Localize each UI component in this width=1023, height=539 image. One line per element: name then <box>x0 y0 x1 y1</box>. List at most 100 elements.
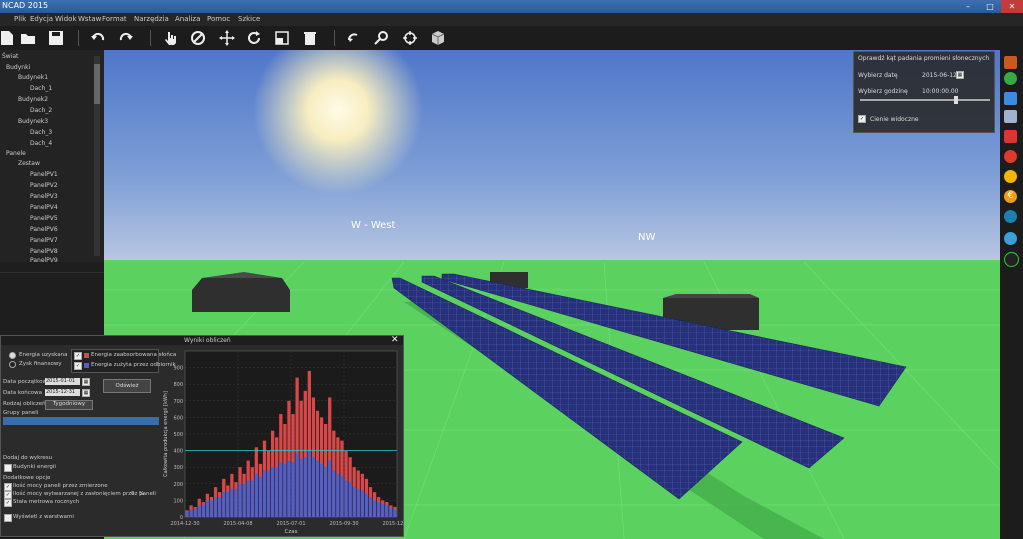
window-icon[interactable] <box>274 30 290 46</box>
bar-used <box>311 457 316 517</box>
window-title: NCAD 2015 <box>2 1 49 10</box>
radio-profit[interactable] <box>9 361 16 368</box>
opt3-value[interactable]: 0 <box>131 491 135 497</box>
tree-item[interactable]: PanelPV4 <box>30 204 58 211</box>
monitor-icon[interactable] <box>1004 92 1017 105</box>
target-icon[interactable] <box>402 30 418 46</box>
start-date-field[interactable]: 2015-01-01 <box>45 378 80 385</box>
toolbar-separator <box>334 30 335 46</box>
bar-used <box>250 480 254 517</box>
opt5-label: Wyświetl z warstwami <box>13 514 74 520</box>
energy-chart-svg: 01002003004005006007008009002014-12-30 20… <box>163 350 403 535</box>
time-slider-track[interactable] <box>860 99 990 101</box>
tree-item[interactable]: PanelPV6 <box>30 226 58 233</box>
time-slider-knob[interactable] <box>954 96 958 104</box>
euro-icon[interactable]: € <box>1004 190 1017 203</box>
stack-icon[interactable] <box>1004 110 1017 123</box>
menu-format[interactable]: Format <box>102 15 127 23</box>
calc-type-select[interactable]: Tygodniowy <box>45 400 93 410</box>
tree-scrollbar-thumb[interactable] <box>94 64 100 104</box>
tree-node-set[interactable]: Zestaw <box>18 160 40 167</box>
trend-line-icon[interactable] <box>1004 252 1019 267</box>
dialog-close-button[interactable]: ✕ <box>391 335 399 345</box>
time-value[interactable]: 10:00:00.00 <box>922 88 959 95</box>
sun-panel-title: Oprawdź kąt padania promieni słonecznych <box>858 55 990 62</box>
menu-analysis[interactable]: Analiza <box>175 15 200 23</box>
menu-insert[interactable]: Wstaw <box>78 15 101 23</box>
block-icon[interactable] <box>190 30 206 46</box>
menu-tools[interactable]: Narzędzia <box>134 15 169 23</box>
opt4-checkbox[interactable]: ✓ <box>4 499 12 507</box>
bar-used <box>332 470 336 517</box>
tree-item[interactable]: Budynek3 <box>18 118 48 125</box>
bar-used <box>291 462 295 517</box>
menu-file[interactable]: Plik <box>14 15 26 23</box>
main-toolbar <box>0 26 1023 51</box>
opt3-checkbox[interactable]: ✓ <box>4 491 12 499</box>
y-tick-label: 700 <box>173 399 183 405</box>
book-icon[interactable] <box>1004 56 1017 69</box>
bar-used <box>279 462 283 517</box>
maximize-button[interactable]: □ <box>979 0 1001 13</box>
trash-icon[interactable] <box>302 30 318 46</box>
open-folder-icon[interactable] <box>20 30 36 46</box>
tree-item[interactable]: PanelPV1 <box>30 171 58 178</box>
pan-icon[interactable] <box>346 30 362 46</box>
opt2-checkbox[interactable]: ✓ <box>4 483 12 491</box>
start-calendar-icon[interactable]: ▦ <box>82 378 90 386</box>
x-tick-label: 2015-09-30 <box>329 521 358 527</box>
menu-view[interactable]: Widok <box>55 15 77 23</box>
tree-item[interactable]: Dach_4 <box>30 140 52 147</box>
tree-item[interactable]: Budynek2 <box>18 96 48 103</box>
end-date-label: Data końcowa <box>3 390 42 396</box>
legend-used-checkbox[interactable]: ✓ <box>74 362 82 370</box>
tree-item[interactable]: PanelPV7 <box>30 237 58 244</box>
no-sign-icon[interactable] <box>1004 150 1017 163</box>
bar-used <box>364 493 369 517</box>
tree-item[interactable]: PanelPV5 <box>30 215 58 222</box>
new-file-icon[interactable] <box>0 30 16 46</box>
calendar-icon[interactable]: ▦ <box>956 71 964 79</box>
tree-item[interactable]: Dach_1 <box>30 85 52 92</box>
tree-item[interactable]: Dach_2 <box>30 107 52 114</box>
bar-used <box>307 450 311 517</box>
opt1-checkbox[interactable] <box>4 464 12 472</box>
green-orb-icon[interactable] <box>1004 72 1017 85</box>
hand-pointer-icon[interactable] <box>162 30 178 46</box>
cube-icon[interactable] <box>430 30 446 46</box>
rotate-icon[interactable] <box>246 30 262 46</box>
bar-used <box>303 457 307 517</box>
menu-sketches[interactable]: Szkice <box>238 15 260 23</box>
menu-edit[interactable]: Edycja <box>30 15 53 23</box>
end-calendar-icon[interactable]: ▦ <box>82 389 90 397</box>
tree-node-buildings[interactable]: Budynki <box>6 64 30 71</box>
sun-icon[interactable] <box>1004 170 1017 183</box>
calendar-red-icon[interactable] <box>1004 130 1017 143</box>
y-tick-label: 600 <box>173 415 183 421</box>
menu-help[interactable]: Pomoc <box>207 15 230 23</box>
panel-group-selected-row[interactable] <box>3 417 159 425</box>
date-value[interactable]: 2015-06-12 <box>922 72 957 79</box>
close-window-button[interactable]: ✕ <box>1001 0 1023 13</box>
move-icon[interactable] <box>219 30 235 46</box>
tree-item[interactable]: Dach_3 <box>30 129 52 136</box>
redo-icon[interactable] <box>118 30 134 46</box>
tree-item[interactable]: Budynek1 <box>18 74 48 81</box>
undo-icon[interactable] <box>90 30 106 46</box>
zoom-icon[interactable] <box>374 30 390 46</box>
radio-energy[interactable] <box>9 352 16 359</box>
refresh-button[interactable]: Odśwież <box>103 379 151 393</box>
tree-item[interactable]: PanelPV2 <box>30 182 58 189</box>
chart-icon[interactable] <box>1004 232 1017 245</box>
tree-root[interactable]: Świat <box>2 53 18 60</box>
minimize-button[interactable]: – <box>957 0 979 13</box>
save-icon[interactable] <box>48 30 64 46</box>
gauge-icon[interactable] <box>1004 210 1017 223</box>
legend-total-checkbox[interactable]: ✓ <box>74 352 82 360</box>
tree-item[interactable]: PanelPV3 <box>30 193 58 200</box>
shadows-checkbox[interactable]: ✓ <box>858 115 866 123</box>
end-date-field[interactable]: 2015-12-31 <box>45 389 80 396</box>
tree-node-panels[interactable]: Panele <box>6 150 26 157</box>
opt5-checkbox[interactable] <box>4 514 12 522</box>
tree-item[interactable]: PanelPV8 <box>30 248 58 255</box>
